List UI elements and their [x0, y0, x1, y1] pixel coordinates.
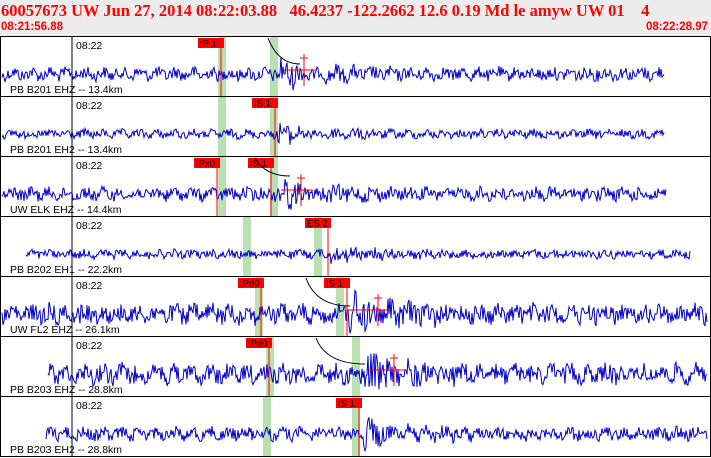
pick-window: [263, 397, 271, 456]
pick-label: IP 1: [200, 39, 217, 50]
pick-label: IPx0: [196, 159, 215, 170]
pick-label: IPd0: [240, 279, 260, 290]
pick-label: IS 1: [326, 279, 343, 290]
time-tick-label: 08:22: [76, 220, 102, 232]
event-title: 60057673 UW Jun 27, 2014 08:22:03.88 46.…: [1, 1, 650, 20]
trace-panel[interactable]: 08:22 IPd0 PB B203 EHZ -- 28.8km: [0, 336, 711, 397]
time-tick-label: 08:22: [76, 280, 102, 292]
time-tick-label: 08:22: [76, 160, 102, 172]
header-bar: 60057673 UW Jun 27, 2014 08:22:03.88 46.…: [0, 0, 711, 36]
station-label: UW FL2 EHZ -- 26.1km: [10, 324, 120, 336]
station-label: PB B203 EHZ -- 28.8km: [10, 384, 123, 396]
time-tick-label: 08:22: [76, 40, 102, 52]
waveform: [25, 246, 691, 264]
trace-panel[interactable]: 08:22 IPx0 IS 1 UW ELK EHZ -- 14.4km: [0, 156, 711, 217]
pick-label: IS 1: [338, 399, 355, 410]
station-label: PB B203 EH2 -- 28.8km: [10, 444, 122, 456]
trace-panel[interactable]: 08:22 IS 1 PB B203 EH2 -- 28.8km: [0, 396, 711, 457]
time-tick-label: 08:22: [76, 100, 102, 112]
trace-panel[interactable]: 08:22 IS 1 PB B201 EH2 -- 13.4km: [0, 96, 711, 157]
trace-panel[interactable]: 08:22 IP 1 PB B201 EHZ -- 13.4km: [0, 36, 711, 97]
pick-label: IS 1: [250, 159, 267, 170]
time-tick-label: 08:22: [76, 400, 102, 412]
waveform: [45, 417, 708, 453]
start-time: 08:21:56.88: [1, 21, 64, 33]
station-label: PB B201 EHZ -- 13.4km: [10, 84, 123, 96]
trace-panel[interactable]: 08:22 ES 2 PB B202 EH1 -- 22.2km: [0, 216, 711, 277]
pick-window: [243, 217, 251, 276]
station-label: UW ELK EHZ -- 14.4km: [10, 204, 122, 216]
pick-label: IS 1: [254, 99, 271, 110]
time-tick-label: 08:22: [76, 340, 102, 352]
waveform: [1, 123, 665, 145]
trace-panel[interactable]: 08:22 IPd0 IS 1 UW FL2 EHZ -- 26.1km: [0, 276, 711, 337]
pick-label: ES 2: [307, 219, 328, 230]
seismogram-plot[interactable]: 08:22 IP 1 PB B201 EHZ -- 13.4km 08:22 IS 1 P…: [0, 36, 711, 458]
end-time: 08:22:28.97: [645, 21, 708, 33]
pick-label: IPd0: [248, 339, 268, 350]
waveform: [47, 353, 708, 390]
pick-window: [218, 97, 226, 156]
station-label: PB B202 EH1 -- 22.2km: [10, 264, 122, 276]
station-label: PB B201 EH2 -- 13.4km: [10, 144, 122, 156]
pick-window: [352, 337, 360, 396]
